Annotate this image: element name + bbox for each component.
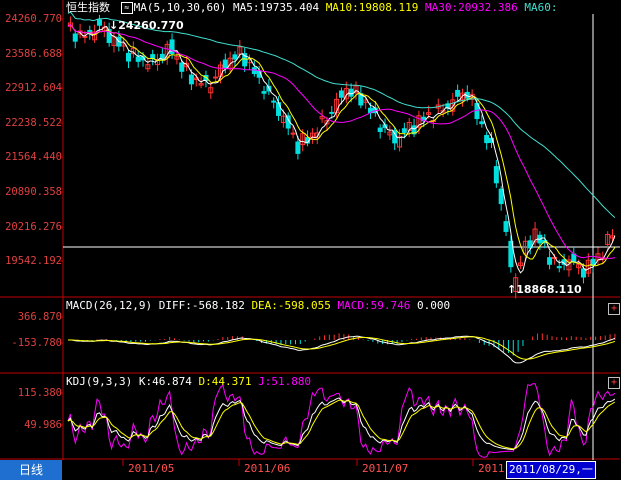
- month-label: 2011/06: [244, 462, 291, 475]
- high-annotation: ↓24260.770: [109, 19, 184, 32]
- ma60-value: MA60:: [524, 1, 558, 14]
- candle-body: [135, 56, 141, 62]
- low-annotation: ↑18868.110: [507, 283, 582, 296]
- candle-body: [232, 54, 238, 60]
- macd-axis-label: 366.870: [17, 311, 62, 323]
- candle-body: [484, 135, 490, 144]
- main-header: 恒生指数 ≈ MA(5,10,30,60) MA5:19735.404 MA10:…: [66, 1, 558, 15]
- macd-value: MACD:59.746: [337, 299, 411, 312]
- candle-body: [290, 132, 296, 135]
- kdj-label: KDJ(9,3,3): [66, 375, 133, 388]
- candle-body: [222, 59, 228, 69]
- candle-body: [126, 52, 131, 62]
- month-label: 2011/05: [128, 462, 175, 475]
- candle-body: [547, 257, 553, 265]
- candle-body: [580, 268, 586, 278]
- candle-body: [503, 221, 509, 232]
- kdj-expand-plus-icon[interactable]: +: [608, 377, 620, 389]
- candle-body: [96, 19, 102, 26]
- macd-expand-plus-icon[interactable]: +: [608, 303, 620, 315]
- candle-body: [348, 88, 354, 97]
- kdj-axis-label: 115.380: [17, 387, 62, 399]
- month-label: 2011/07: [362, 462, 409, 475]
- dea-value: DEA:-598.055: [251, 299, 331, 312]
- candle-body: [72, 33, 78, 42]
- price-axis-label: 20216.276: [5, 221, 62, 233]
- ma10-value: MA10:19808.119: [325, 1, 419, 14]
- macd-label: MACD(26,12,9): [66, 299, 153, 312]
- kdj-axis-label: 49.986: [24, 419, 62, 431]
- candle-body: [493, 166, 499, 184]
- ma30-line: [67, 23, 616, 259]
- kdj-header: KDJ(9,3,3) K:46.874 D:44.371 J:51.880: [66, 375, 311, 389]
- candle-body: [455, 89, 461, 97]
- price-axis-label: 20890.358: [5, 186, 62, 198]
- price-axis-label: 21564.440: [5, 151, 62, 163]
- macd-axis-label: -153.780: [11, 337, 62, 349]
- candle-body: [82, 35, 88, 38]
- period-tab-daily[interactable]: 日线: [0, 460, 62, 480]
- low-value: 18868.110: [516, 283, 582, 296]
- high-value: 24260.770: [118, 19, 184, 32]
- diff-value: DIFF:-568.182: [158, 299, 245, 312]
- ma-label: MA(5,10,30,60): [133, 1, 227, 14]
- candle-body: [213, 76, 219, 79]
- stock-chart-window: 恒生指数 ≈ MA(5,10,30,60) MA5:19735.404 MA10:…: [0, 0, 621, 480]
- candle-body: [498, 188, 504, 205]
- candle-body: [271, 100, 277, 103]
- candle-body: [401, 128, 407, 133]
- price-axis-label: 23586.688: [5, 48, 62, 60]
- price-axis-label: 24260.770: [5, 13, 62, 25]
- candle-body: [329, 111, 335, 114]
- candle-body: [276, 102, 282, 116]
- candle-body: [338, 90, 344, 98]
- candle-body: [251, 67, 257, 74]
- ma60-line: [67, 11, 616, 218]
- chart-canvas[interactable]: [0, 0, 621, 480]
- month-label: 2011: [478, 462, 505, 475]
- candle-body: [377, 127, 383, 132]
- ma30-value: MA30:20932.386: [425, 1, 518, 14]
- candle-body: [295, 141, 301, 154]
- candle-body: [556, 266, 562, 269]
- zero-value: 0.000: [417, 299, 451, 312]
- ma-toggle-icon[interactable]: ≈: [120, 2, 133, 14]
- k-value: K:46.874: [138, 375, 192, 388]
- candle-body: [179, 62, 185, 72]
- price-axis-label: 22238.522: [5, 117, 62, 129]
- candle-body: [261, 91, 267, 94]
- candle-body: [479, 121, 485, 125]
- d-value: D:44.371: [198, 375, 252, 388]
- index-title: 恒生指数: [66, 1, 110, 14]
- price-axis-label: 19542.192: [5, 255, 62, 267]
- j-line: [67, 383, 616, 458]
- macd-header: MACD(26,12,9) DIFF:-568.182 DEA:-598.055…: [66, 299, 450, 313]
- cursor-date-label: 2011/08/29,一: [506, 461, 596, 479]
- j-value: J:51.880: [258, 375, 312, 388]
- ma5-value: MA5:19735.404: [232, 1, 320, 14]
- candle-body: [188, 74, 194, 85]
- price-axis-label: 22912.604: [5, 82, 62, 94]
